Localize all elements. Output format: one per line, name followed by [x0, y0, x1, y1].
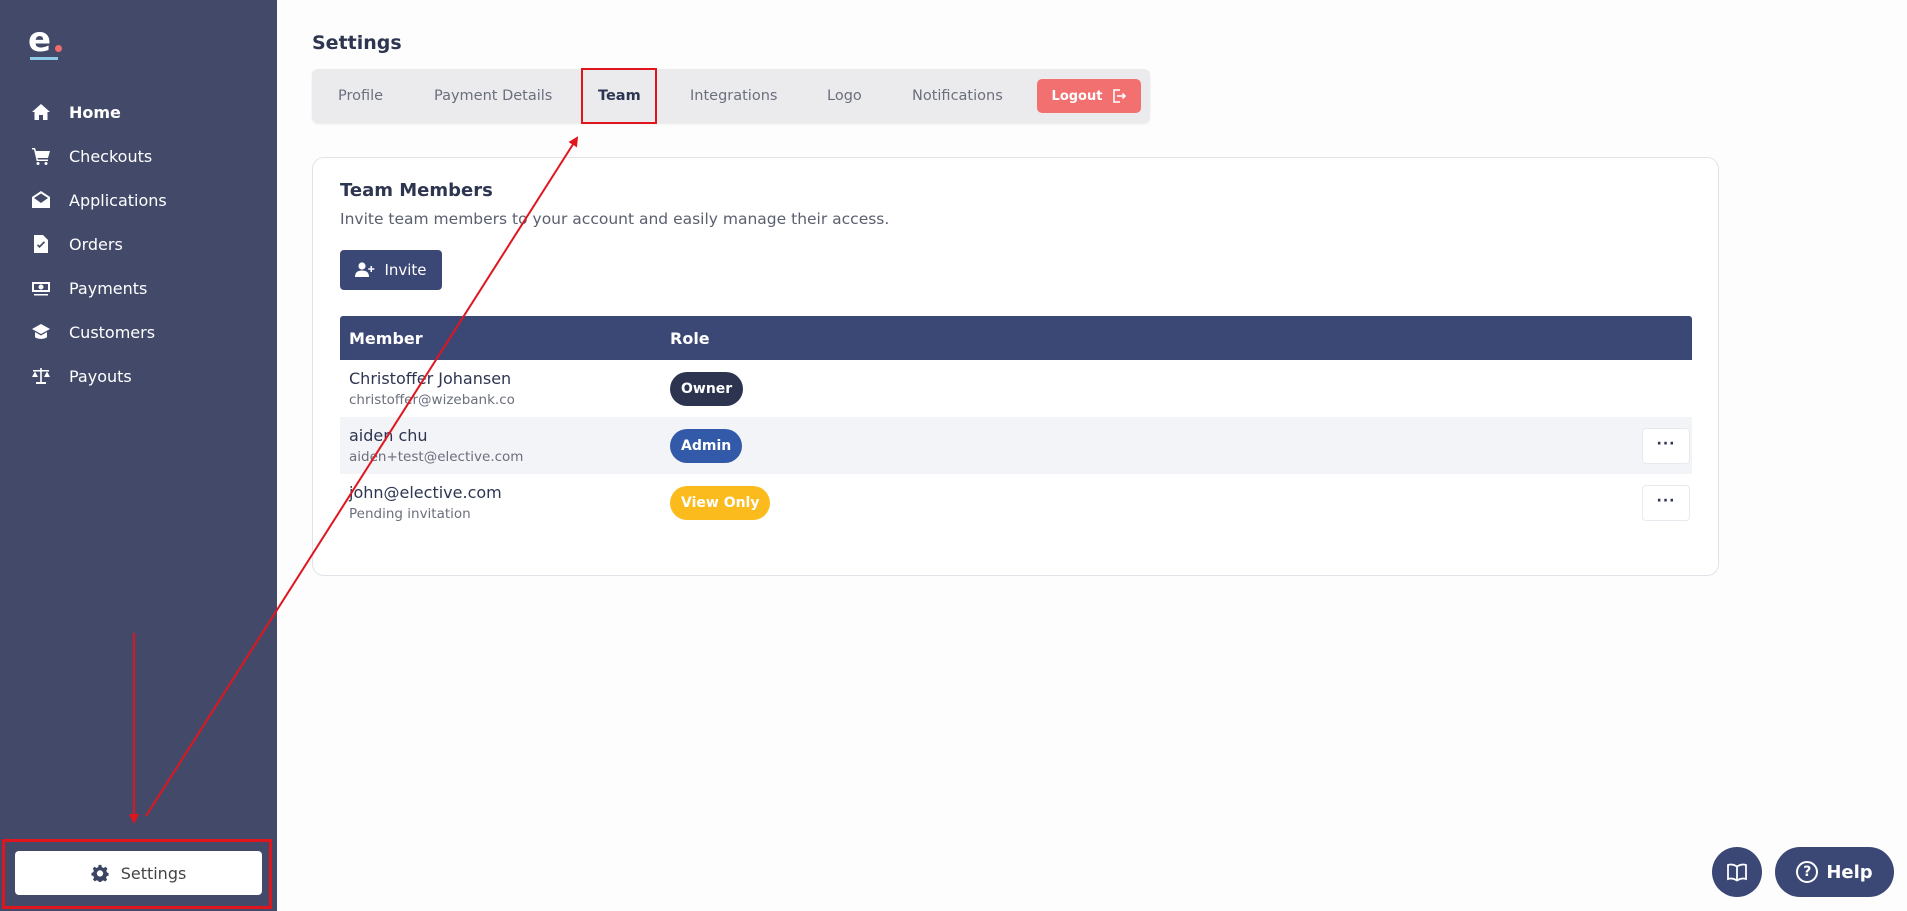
member-cell: aiden chu aiden+test@elective.com [340, 426, 670, 465]
more-icon: ··· [1656, 493, 1676, 509]
column-header-role: Role [670, 328, 710, 348]
logout-label: Logout [1051, 88, 1103, 104]
help-button[interactable]: ? Help [1775, 847, 1894, 897]
envelope-icon [30, 189, 52, 211]
sidebar-item-home[interactable]: Home [0, 90, 277, 134]
sidebar-item-payouts[interactable]: Payouts [0, 354, 277, 398]
logo-dot [55, 45, 62, 52]
sidebar-item-label: Payouts [69, 366, 132, 386]
invite-label: Invite [384, 261, 427, 279]
member-cell: Christoffer Johansen christoffer@wizeban… [340, 369, 670, 408]
settings-annotation-box: Settings [2, 839, 272, 909]
sidebar-item-checkouts[interactable]: Checkouts [0, 134, 277, 178]
app-logo[interactable]: e [28, 23, 62, 60]
role-cell: Owner [670, 371, 744, 406]
book-icon [1727, 863, 1747, 882]
sidebar-nav: Home Checkouts Applications Orders Payme… [0, 90, 277, 398]
settings-button[interactable]: Settings [15, 851, 262, 895]
role-badge-view-only: View Only [670, 485, 771, 520]
sidebar-item-label: Applications [69, 190, 167, 210]
invite-button[interactable]: Invite [340, 250, 442, 290]
logout-icon [1113, 89, 1127, 103]
member-cell: john@elective.com Pending invitation [340, 483, 670, 522]
docs-button[interactable] [1712, 847, 1762, 897]
role-cell: Admin [670, 428, 743, 463]
row-actions-button[interactable]: ··· [1642, 485, 1690, 521]
sidebar: e Home Checkouts Applications Orders Pay… [0, 0, 277, 911]
tab-logo[interactable]: Logo [827, 69, 862, 123]
role-badge-owner: Owner [670, 371, 744, 406]
page-title: Settings [312, 32, 402, 54]
question-icon: ? [1796, 861, 1819, 883]
scale-icon [30, 365, 52, 387]
column-header-member: Member [349, 328, 423, 348]
graduation-cap-icon [30, 321, 52, 343]
tab-profile[interactable]: Profile [338, 69, 383, 123]
home-icon [30, 101, 52, 123]
settings-label: Settings [120, 863, 187, 883]
logout-button[interactable]: Logout [1037, 79, 1141, 113]
card-title: Team Members [340, 180, 493, 201]
team-table: Member Role Christoffer Johansen christo… [340, 316, 1692, 531]
tab-notifications[interactable]: Notifications [912, 69, 1003, 123]
team-members-card: Team Members Invite team members to your… [312, 157, 1719, 576]
member-status: Pending invitation [349, 506, 471, 522]
card-subtitle: Invite team members to your account and … [340, 210, 890, 228]
settings-tabs: Profile Payment Details Team Integration… [312, 69, 1150, 123]
row-actions-button[interactable]: ··· [1642, 428, 1690, 464]
member-name: john@elective.com [349, 483, 502, 502]
sidebar-item-label: Payments [69, 278, 148, 298]
table-row: aiden chu aiden+test@elective.com Admin … [340, 417, 1692, 474]
sidebar-item-applications[interactable]: Applications [0, 178, 277, 222]
sidebar-item-orders[interactable]: Orders [0, 222, 277, 266]
table-row: Christoffer Johansen christoffer@wizeban… [340, 360, 1692, 417]
role-cell: View Only [670, 485, 771, 520]
member-name: aiden chu [349, 426, 428, 445]
sidebar-item-label: Home [69, 102, 121, 122]
cart-icon [30, 145, 52, 167]
member-email: aiden+test@elective.com [349, 449, 524, 465]
member-name: Christoffer Johansen [349, 369, 512, 388]
member-email: christoffer@wizebank.co [349, 392, 515, 408]
sidebar-item-label: Checkouts [69, 146, 153, 166]
sidebar-item-label: Customers [69, 322, 156, 342]
tab-payment-details[interactable]: Payment Details [434, 69, 552, 123]
gear-icon [91, 864, 109, 882]
add-user-icon [355, 262, 375, 277]
sidebar-item-customers[interactable]: Customers [0, 310, 277, 354]
sidebar-item-label: Orders [69, 234, 123, 254]
logo-underline [30, 57, 58, 60]
more-icon: ··· [1656, 436, 1676, 452]
tab-integrations[interactable]: Integrations [690, 69, 777, 123]
help-label: Help [1826, 861, 1873, 883]
role-badge-admin: Admin [670, 428, 743, 463]
table-row: john@elective.com Pending invitation Vie… [340, 474, 1692, 531]
file-check-icon [30, 233, 52, 255]
money-icon [30, 277, 52, 299]
sidebar-item-payments[interactable]: Payments [0, 266, 277, 310]
table-header: Member Role [340, 316, 1692, 360]
team-tab-annotation-box [581, 68, 657, 124]
